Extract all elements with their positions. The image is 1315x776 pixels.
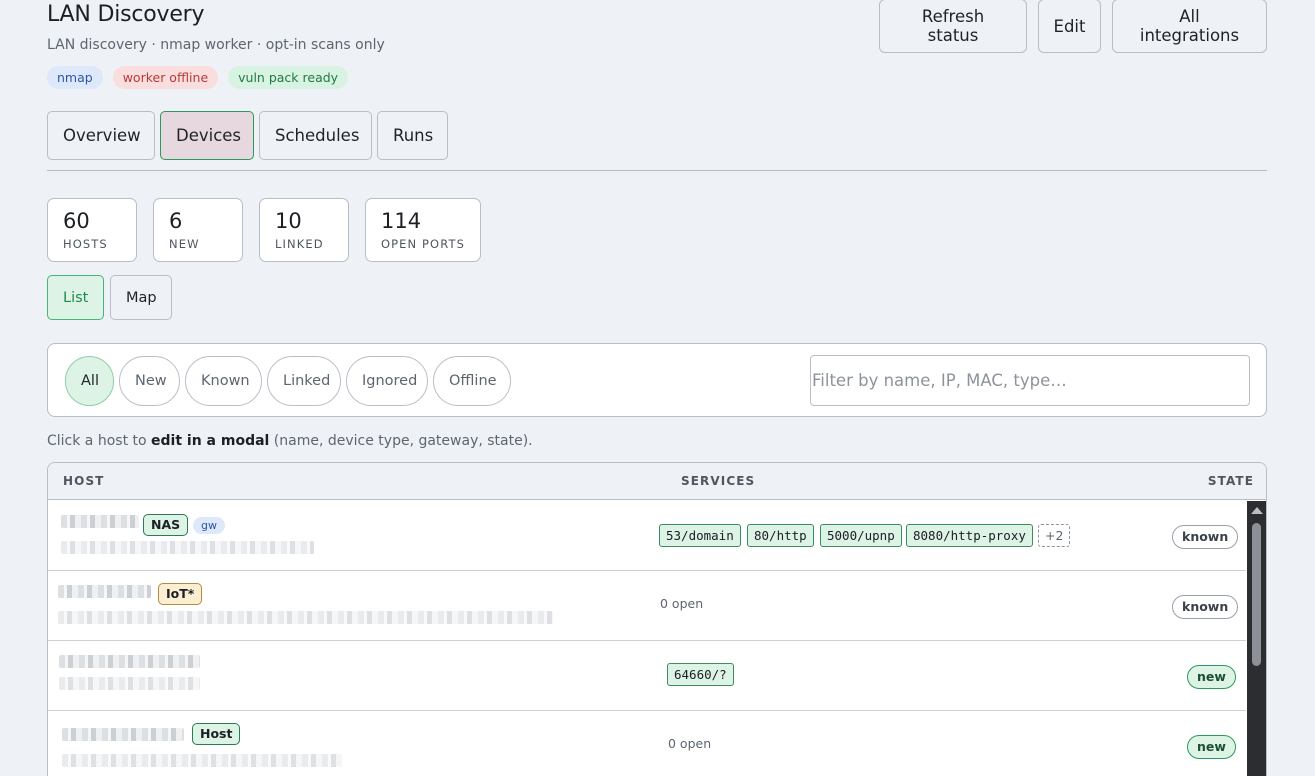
host-name-redacted xyxy=(59,655,200,668)
status-badges: nmap worker offline vuln pack ready xyxy=(47,66,349,89)
filter-offline[interactable]: Offline xyxy=(433,356,511,406)
tab-bar: Overview Devices Schedules Runs xyxy=(47,111,448,160)
state-badge: new xyxy=(1187,665,1236,689)
stat-linked: 10 LINKED xyxy=(259,198,349,262)
column-state: STATE xyxy=(1207,474,1254,488)
table-header: HOST SERVICES STATE xyxy=(48,463,1266,500)
header-actions: Refresh status Edit All integrations xyxy=(879,0,1267,53)
state-badge: known xyxy=(1172,595,1239,619)
service-chip: 53/domain xyxy=(659,524,741,547)
hint-text: Click a host to xyxy=(47,433,152,449)
filter-new[interactable]: New xyxy=(119,356,180,406)
host-address-redacted xyxy=(58,611,553,624)
tab-devices[interactable]: Devices xyxy=(160,111,254,160)
host-address-redacted xyxy=(61,541,314,554)
stat-label: OPEN PORTS xyxy=(381,237,465,251)
more-services-chip: +2 xyxy=(1038,524,1071,547)
table-row[interactable]: 64660/? new xyxy=(48,641,1246,711)
stat-hosts: 60 HOSTS xyxy=(47,198,137,262)
tab-divider xyxy=(47,170,1267,171)
list-view-button[interactable]: List xyxy=(47,275,104,320)
page: LAN Discovery LAN discovery · nmap worke… xyxy=(47,0,1267,776)
stat-value: 6 xyxy=(169,209,183,233)
tab-runs[interactable]: Runs xyxy=(377,111,448,160)
state-badge: new xyxy=(1187,735,1236,759)
host-name-redacted xyxy=(62,728,184,741)
edit-button[interactable]: Edit xyxy=(1038,0,1101,53)
device-type-tag: NAS xyxy=(143,514,189,536)
tab-schedules[interactable]: Schedules xyxy=(259,111,372,160)
stat-value: 114 xyxy=(381,209,422,233)
service-chip: 80/http xyxy=(747,524,814,547)
view-toggle: List Map xyxy=(47,275,172,320)
host-address-redacted xyxy=(59,677,200,690)
open-ports-text: 0 open xyxy=(668,736,712,751)
filter-all[interactable]: All xyxy=(65,356,114,406)
hint-bold: edit in a modal xyxy=(151,433,270,449)
all-integrations-button[interactable]: All integrations xyxy=(1112,0,1267,53)
nmap-badge: nmap xyxy=(47,66,103,89)
host-filter-input[interactable] xyxy=(810,355,1250,406)
worker-offline-badge: worker offline xyxy=(112,66,219,89)
table-row[interactable]: Host 0 open new xyxy=(48,711,1246,776)
filter-known[interactable]: Known xyxy=(185,356,262,406)
stats-row: 60 HOSTS 6 NEW 10 LINKED 114 OPEN PORTS xyxy=(47,198,481,262)
device-type-tag: IoT* xyxy=(158,583,203,605)
refresh-status-button[interactable]: Refresh status xyxy=(879,0,1027,53)
filter-panel: All New Known Linked Ignored Offline xyxy=(47,343,1267,417)
hosts-table: HOST SERVICES STATE NAS gw 53/domain 80/… xyxy=(47,462,1267,776)
table-scrollbar[interactable] xyxy=(1247,501,1266,776)
stat-label: NEW xyxy=(169,237,200,251)
service-chip: 5000/upnp xyxy=(820,524,902,547)
gateway-badge: gw xyxy=(193,517,225,534)
service-chip: 8080/http-proxy xyxy=(906,524,1033,547)
scroll-up-arrow-icon[interactable] xyxy=(1251,507,1263,514)
state-filter-pills: All New Known Linked Ignored Offline xyxy=(65,356,511,406)
service-chip: 64660/? xyxy=(667,663,734,686)
tab-overview[interactable]: Overview xyxy=(47,111,155,160)
device-type-tag: Host xyxy=(192,723,241,745)
page-subtitle: LAN discovery · nmap worker · opt-in sca… xyxy=(47,37,385,53)
scrollbar-thumb[interactable] xyxy=(1252,523,1261,666)
edit-hint: Click a host to edit in a modal (name, d… xyxy=(47,433,533,449)
map-view-button[interactable]: Map xyxy=(110,275,172,320)
column-host: HOST xyxy=(63,474,105,488)
stat-label: HOSTS xyxy=(63,237,108,251)
state-badge: known xyxy=(1172,525,1239,549)
stat-value: 60 xyxy=(63,209,90,233)
host-address-redacted xyxy=(62,754,342,767)
stat-new: 6 NEW xyxy=(153,198,243,262)
host-name-redacted xyxy=(61,515,139,528)
filter-linked[interactable]: Linked xyxy=(267,356,341,406)
open-ports-text: 0 open xyxy=(660,596,704,611)
stat-label: LINKED xyxy=(275,237,324,251)
table-row[interactable]: NAS gw 53/domain 80/http 5000/upnp 8080/… xyxy=(48,501,1246,571)
column-services: SERVICES xyxy=(681,474,756,488)
host-name-redacted xyxy=(58,585,151,598)
vuln-pack-badge: vuln pack ready xyxy=(228,66,349,89)
table-row[interactable]: IoT* 0 open known xyxy=(48,571,1246,641)
filter-ignored[interactable]: Ignored xyxy=(346,356,428,406)
hint-text-end: (name, device type, gateway, state). xyxy=(269,433,533,449)
page-title: LAN Discovery xyxy=(47,2,205,27)
stat-value: 10 xyxy=(275,209,302,233)
stat-open-ports: 114 OPEN PORTS xyxy=(365,198,481,262)
